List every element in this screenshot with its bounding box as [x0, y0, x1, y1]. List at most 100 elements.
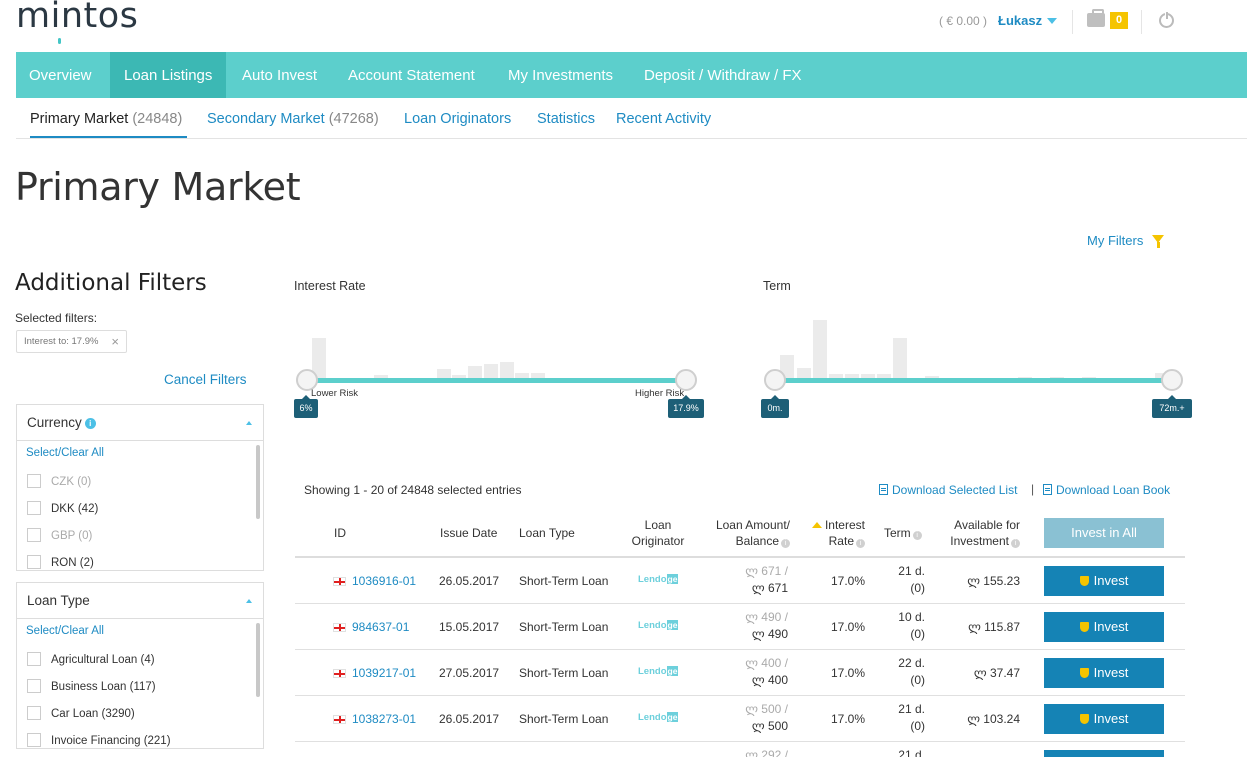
currency-option-gbp[interactable]: GBP (0)	[27, 528, 92, 544]
loan-id-link[interactable]: 1038273-01	[352, 712, 416, 726]
option-label: Business Loan (117)	[51, 681, 156, 693]
loan-id-link[interactable]: 984637-01	[352, 620, 409, 634]
header-line: Loan Amount/	[715, 518, 790, 532]
info-icon[interactable]: i	[84, 418, 96, 429]
my-filters-link[interactable]: My Filters	[1087, 233, 1143, 248]
nav-overview[interactable]: Overview	[16, 52, 110, 98]
scrollbar[interactable]	[256, 445, 260, 519]
download-loan-book-link[interactable]: Download Loan Book	[1043, 483, 1170, 497]
term-slider-track[interactable]	[774, 378, 1172, 383]
term-min-handle[interactable]	[764, 369, 786, 391]
loan-id-link[interactable]: 1039217-01	[352, 666, 416, 680]
invest-button[interactable]	[1044, 750, 1164, 757]
checkbox[interactable]	[27, 474, 41, 488]
option-label: Invoice Financing (221)	[51, 735, 171, 747]
currency-title-text: Currency	[27, 415, 82, 430]
originator-suffix: ge	[666, 666, 679, 676]
checkbox[interactable]	[27, 679, 41, 693]
header-text: Balance	[735, 534, 779, 548]
loan-id-link[interactable]: 1036916-01	[352, 574, 416, 588]
lendo-logo[interactable]: Lendoge	[638, 620, 679, 631]
tab-secondary-market[interactable]: Secondary Market (47268)	[207, 111, 379, 127]
cancel-filters-link[interactable]: Cancel Filters	[164, 372, 247, 387]
user-menu[interactable]: Łukasz	[998, 13, 1042, 28]
issue-date: 26.05.2017	[439, 574, 500, 588]
column-header-available[interactable]: Available for Investment i	[940, 517, 1020, 549]
table-row: 1038273-01 26.05.2017 Short-Term Loan Le…	[295, 696, 1185, 742]
column-header-loan-originator[interactable]: Loan Originator	[625, 517, 691, 549]
currency-select-clear-all[interactable]: Select/Clear All	[26, 447, 104, 459]
interest-rate: 17.0%	[830, 666, 865, 680]
nav-loan-listings[interactable]: Loan Listings	[110, 52, 226, 98]
currency-option-czk[interactable]: CZK (0)	[27, 474, 91, 490]
checkbox[interactable]	[27, 555, 41, 569]
lendo-logo[interactable]: Lendoge	[638, 666, 679, 677]
currency-option-ron[interactable]: RON (2)	[27, 555, 94, 570]
divider	[1072, 10, 1073, 34]
available-amount: ლ 103.24	[967, 712, 1020, 726]
tab-loan-originators[interactable]: Loan Originators	[404, 111, 511, 127]
checkbox[interactable]	[27, 706, 41, 720]
column-header-term[interactable]: Term i	[884, 525, 922, 541]
invest-button[interactable]: Invest	[1044, 658, 1164, 688]
info-icon[interactable]: i	[856, 539, 865, 548]
checkbox[interactable]	[27, 733, 41, 747]
nav-account-statement[interactable]: Account Statement	[348, 52, 475, 98]
loan-type-select-clear-all[interactable]: Select/Clear All	[26, 625, 104, 637]
interest-rate-slider-track[interactable]	[306, 378, 686, 383]
info-icon[interactable]: i	[1011, 539, 1020, 548]
invest-button[interactable]: Invest	[1044, 566, 1164, 596]
checkbox[interactable]	[27, 528, 41, 542]
loan-type-option-car[interactable]: Car Loan (3290)	[27, 706, 135, 722]
term-extension: (0)	[910, 673, 925, 687]
briefcase-icon[interactable]	[1087, 9, 1105, 27]
nav-my-investments[interactable]: My Investments	[508, 52, 613, 98]
column-header-loan-amount[interactable]: Loan Amount/ Balance i	[704, 517, 790, 549]
currency-option-dkk[interactable]: DKK (42)	[27, 501, 98, 517]
download-selected-list-link[interactable]: Download Selected List	[879, 483, 1017, 497]
filter-icon[interactable]	[1152, 235, 1164, 248]
column-header-id[interactable]: ID	[334, 525, 346, 541]
loan-type-filter-header[interactable]: Loan Type	[17, 583, 263, 619]
invest-in-all-button[interactable]: Invest in All	[1044, 518, 1164, 548]
interest-rate: 17.0%	[830, 712, 865, 726]
column-header-issue-date[interactable]: Issue Date	[440, 525, 497, 541]
chevron-up-icon[interactable]	[246, 599, 252, 603]
scrollbar[interactable]	[256, 623, 260, 697]
originator-name: Lendo	[638, 574, 667, 585]
main-navigation: Overview Loan Listings Auto Invest Accou…	[16, 52, 1247, 98]
header-line: Originator	[631, 534, 685, 548]
lendo-logo[interactable]: Lendoge	[638, 574, 679, 585]
invest-button[interactable]: Invest	[1044, 704, 1164, 734]
loan-type-filter-title: Loan Type	[27, 593, 90, 608]
interest-rate-label: Interest Rate	[294, 279, 366, 293]
tab-count: (24848)	[132, 111, 183, 127]
checkbox[interactable]	[27, 652, 41, 666]
close-icon[interactable]: ×	[111, 331, 119, 352]
tab-statistics[interactable]: Statistics	[537, 111, 595, 127]
info-icon[interactable]: i	[781, 539, 790, 548]
chevron-down-icon[interactable]	[1047, 18, 1057, 24]
mintos-logo[interactable]: mintos	[16, 0, 138, 36]
nav-auto-invest[interactable]: Auto Invest	[242, 52, 317, 98]
column-header-loan-type[interactable]: Loan Type	[519, 525, 575, 541]
invest-button[interactable]: Invest	[1044, 612, 1164, 642]
tab-primary-market[interactable]: Primary Market (24848)	[30, 111, 182, 127]
download-book-label: Download Loan Book	[1056, 483, 1171, 497]
invest-label: Invest	[1093, 619, 1129, 634]
loan-type-option-agricultural[interactable]: Agricultural Loan (4)	[27, 652, 155, 668]
power-icon[interactable]	[1159, 11, 1174, 28]
info-icon[interactable]: i	[912, 531, 922, 540]
cart-count-badge[interactable]: 0	[1110, 12, 1128, 29]
checkbox[interactable]	[27, 501, 41, 515]
loan-type-option-business[interactable]: Business Loan (117)	[27, 679, 156, 695]
loan-type-option-invoice[interactable]: Invoice Financing (221)	[27, 733, 171, 748]
nav-deposit-withdraw[interactable]: Deposit / Withdraw / FX	[644, 52, 802, 98]
term-max-handle[interactable]	[1161, 369, 1183, 391]
column-header-interest-rate[interactable]: Interest Rate i	[805, 517, 865, 549]
chevron-up-icon[interactable]	[246, 421, 252, 425]
tab-recent-activity[interactable]: Recent Activity	[616, 111, 711, 127]
lendo-logo[interactable]: Lendoge	[638, 712, 679, 723]
currency-filter-header[interactable]: Currency i	[17, 405, 263, 441]
shield-icon	[1079, 576, 1089, 586]
